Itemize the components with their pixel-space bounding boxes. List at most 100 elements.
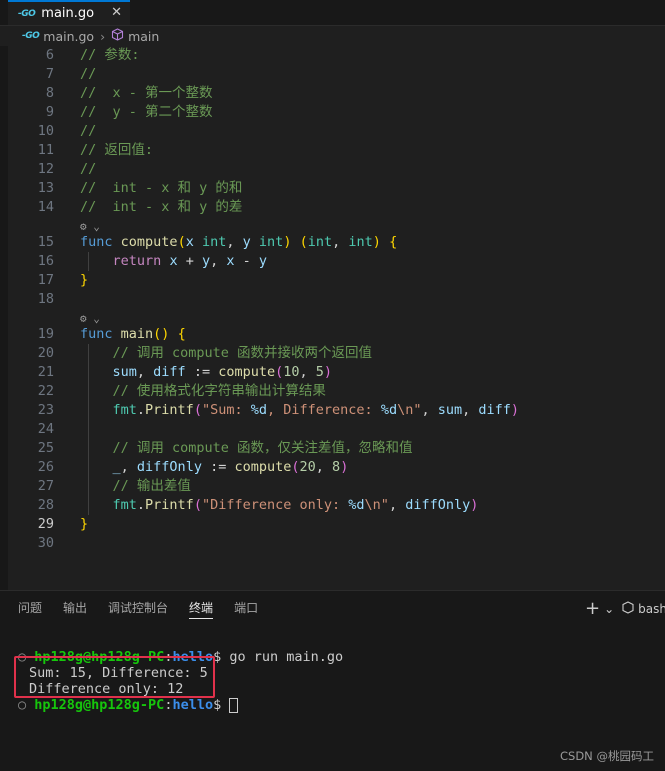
code-line: 22 // 使用格式化字符串输出计算结果 <box>8 382 665 401</box>
code-token: , <box>120 459 137 475</box>
output-highlight-box <box>14 656 215 698</box>
code-token: , <box>136 364 154 380</box>
code-token: // y - 第二个整数 <box>80 104 213 120</box>
code-line: 27 // 输出差值 <box>8 477 665 496</box>
close-icon[interactable]: ✕ <box>111 5 122 20</box>
code-editor[interactable]: 6 // 参数: 7 // 8 // x - 第一个整数 9 // y - 第二个整数 10 //… <box>8 46 665 590</box>
code-line: 19 func main() { <box>8 325 665 344</box>
new-terminal-button[interactable]: + <box>585 598 600 619</box>
code-text: // 调用 compute 函数，仅关注差值，忽略和值 <box>80 439 413 458</box>
line-number: 14 <box>37 199 54 215</box>
breadcrumb-symbol[interactable]: main <box>128 29 159 44</box>
code-token: := <box>201 459 235 475</box>
line-number: 20 <box>37 345 54 361</box>
line-number: 15 <box>37 234 54 250</box>
code-token: ( <box>193 402 202 418</box>
line-number: 13 <box>37 180 54 196</box>
code-text: fmt.Printf("Difference only: %d\n", diff… <box>80 496 479 515</box>
code-token: compute <box>234 459 292 475</box>
code-token: int <box>258 234 284 250</box>
code-token: "Difference only: <box>201 497 349 513</box>
code-token: } <box>80 516 89 532</box>
code-lens: ⚙ ⌄ <box>8 217 665 233</box>
code-text: sum, diff := compute(10, 5) <box>80 363 333 382</box>
code-token: _ <box>112 459 121 475</box>
terminal-shell-label[interactable]: bash <box>638 602 665 616</box>
code-token: return <box>112 253 162 269</box>
code-token: , Difference: <box>267 402 381 418</box>
breadcrumb-file[interactable]: main.go <box>43 29 94 44</box>
code-text: // 使用格式化字符串输出计算结果 <box>80 382 326 401</box>
code-token: main <box>120 326 154 342</box>
code-text: _, diffOnly := compute(20, 8) <box>80 458 349 477</box>
code-text: // y - 第二个整数 <box>80 103 213 122</box>
code-token: func <box>80 234 113 250</box>
code-text: // <box>80 160 96 179</box>
line-number: 29 <box>37 516 54 532</box>
terminal-line-prompt: ○ hp128g@hp128g-PC:hello$ <box>18 697 239 713</box>
code-token: y <box>201 253 211 269</box>
line-number: 16 <box>37 253 54 269</box>
code-token: fmt <box>112 402 137 418</box>
code-token: - <box>234 253 259 269</box>
line-number: 17 <box>37 272 54 288</box>
panel-tab[interactable]: 调试控制台 <box>108 599 168 619</box>
tab-main-go[interactable]: -GO main.go ✕ <box>8 0 130 25</box>
code-token: sum <box>437 402 463 418</box>
code-token: // 调用 compute 函数，仅关注差值，忽略和值 <box>112 440 413 456</box>
panel-tab[interactable]: 问题 <box>18 599 42 619</box>
code-line: 8 // x - 第一个整数 <box>8 84 665 103</box>
code-line: 26 _, diffOnly := compute(20, 8) <box>8 458 665 477</box>
line-number: 27 <box>37 478 54 494</box>
panel-tab[interactable]: 终端 <box>189 599 214 619</box>
go-file-icon: -GO <box>22 31 40 41</box>
code-token: fmt <box>112 497 137 513</box>
code-token: := <box>185 364 219 380</box>
code-token: int <box>348 234 373 250</box>
line-number: 6 <box>45 47 54 63</box>
code-token: // int - x 和 y 的差 <box>80 199 243 215</box>
code-line: 21 sum, diff := compute(10, 5) <box>8 363 665 382</box>
panel-tab[interactable]: 端口 <box>234 599 258 619</box>
line-number: 10 <box>37 123 54 139</box>
code-line: 13 // int - x 和 y 的和 <box>8 179 665 198</box>
line-number: 12 <box>37 161 54 177</box>
left-gutter <box>0 46 8 590</box>
panel-tabs: 问题 输出 调试控制台 终端 端口 <box>18 599 258 619</box>
code-token: %d <box>380 402 398 418</box>
code-token: Printf <box>145 402 194 418</box>
code-token: diff <box>153 364 186 380</box>
code-token: x <box>226 253 235 269</box>
line-number: 30 <box>37 535 54 551</box>
code-text: // 参数: <box>80 46 140 65</box>
code-token: y <box>258 253 268 269</box>
tab-label: main.go <box>41 6 95 21</box>
line-number: 22 <box>37 383 54 399</box>
code-token: . <box>136 402 146 418</box>
line-number: 7 <box>45 66 54 82</box>
code-token: %d <box>250 402 268 418</box>
line-number: 21 <box>37 364 54 380</box>
code-line: 24 <box>8 420 665 439</box>
code-token: ( <box>193 497 202 513</box>
code-line: 12 // <box>8 160 665 179</box>
chevron-down-icon[interactable]: ⌄ <box>604 602 614 616</box>
panel-tab[interactable]: 输出 <box>63 599 87 619</box>
line-number: 18 <box>37 291 54 307</box>
code-text: return x + y, x - y <box>80 252 268 271</box>
code-line: 17} <box>8 271 665 290</box>
code-token: y <box>242 234 251 250</box>
code-token: sum <box>112 364 137 380</box>
terminal-cursor <box>229 697 239 713</box>
code-token: { <box>177 326 186 342</box>
indent-guide <box>88 344 89 515</box>
code-token: // <box>80 123 97 139</box>
code-token: ) <box>323 364 333 380</box>
code-token: // <box>80 66 97 82</box>
